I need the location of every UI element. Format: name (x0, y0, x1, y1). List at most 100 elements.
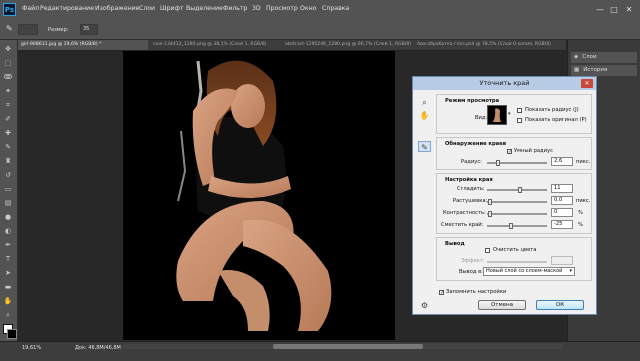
zoom-icon[interactable]: ⌕ (418, 97, 431, 108)
history-panel-tab[interactable]: ▦ История (571, 65, 637, 76)
remember-settings-checkbox[interactable]: ✓ (439, 290, 444, 296)
hand-tool-icon[interactable]: ✋ (3, 296, 13, 306)
lasso-tool-icon[interactable]: ↂ (3, 72, 13, 82)
scrollbar-thumb[interactable] (273, 344, 423, 349)
menu-layers[interactable]: Слои (139, 5, 155, 12)
chevron-down-icon: ▾ (569, 268, 572, 274)
document-tabs: girl-908611.jpg @ 19,6% (RGB/8) * cool-1… (18, 40, 566, 51)
photo-woman-seated (176, 60, 332, 331)
maximize-button[interactable]: □ (608, 4, 620, 15)
menu-image[interactable]: Изображение (95, 5, 140, 12)
tab-girl-jpg[interactable]: girl-908611.jpg @ 19,6% (RGB/8) * (18, 40, 148, 50)
menu-file[interactable]: Файл (22, 5, 39, 12)
show-radius-label: Показать радиус (J) (525, 107, 579, 113)
view-dropdown-arrow-icon[interactable]: ▾ (508, 111, 511, 117)
blur-tool-icon[interactable]: ● (3, 212, 13, 222)
adjust-edge-group: Настройка края Сгладить: 11 Растушевка: … (436, 173, 592, 234)
menu-bar: Ps Файл Редактирование Изображение Слои … (0, 0, 640, 21)
feather-slider[interactable] (487, 199, 547, 205)
brush-tool-icon[interactable]: ✎ (3, 142, 13, 152)
layers-icon: ◈ (574, 54, 579, 60)
menu-help[interactable]: Справка (322, 5, 349, 12)
amount-slider (487, 261, 547, 263)
hand-icon[interactable]: ✋ (418, 110, 431, 121)
contrast-label: Контрастность: (443, 210, 486, 216)
menu-filter[interactable]: Фильтр (223, 5, 247, 12)
smooth-slider[interactable] (487, 187, 547, 193)
show-original-checkbox[interactable] (517, 118, 522, 123)
output-title: Вывод (445, 241, 465, 247)
refine-edge-dialog: Уточнить край ✕ ⌕ ✋ ✎ ⚙ Режим просмотра … (412, 76, 597, 315)
gradient-tool-icon[interactable]: ▤ (3, 198, 13, 208)
quick-select-tool-icon[interactable]: ✦ (3, 86, 13, 96)
amount-label: Эффект: (461, 258, 485, 264)
healing-tool-icon[interactable]: ✚ (3, 128, 13, 138)
pen-tool-icon[interactable]: ✒ (3, 240, 13, 250)
radius-label: Радиус: (461, 159, 482, 165)
tab-ava-psd[interactable]: Ава-обработка глаз.psd @ 78,5% (Слой 0 к… (414, 40, 564, 50)
background-color-swatch[interactable] (7, 329, 17, 339)
path-select-tool-icon[interactable]: ➤ (3, 268, 13, 278)
eyedropper-tool-icon[interactable]: ✐ (3, 114, 13, 124)
refine-radius-brush-icon[interactable]: ✎ (418, 141, 431, 152)
menu-3d[interactable]: 3D (252, 5, 261, 12)
output-group: Вывод Очистить цвета Эффект: Вывод в: Но… (436, 237, 592, 281)
feather-input[interactable]: 0,0 (551, 196, 573, 205)
size-input[interactable]: 35 (80, 24, 98, 35)
menu-edit[interactable]: Редактирование (40, 5, 94, 12)
smooth-slider-thumb[interactable] (517, 187, 522, 193)
ok-button[interactable]: ОК (536, 300, 584, 310)
radius-input[interactable]: 2,6 (551, 157, 573, 166)
marquee-tool-icon[interactable]: ⬚ (3, 58, 13, 68)
decontaminate-checkbox[interactable] (485, 248, 490, 253)
zoom-tool-icon[interactable]: ⌕ (3, 310, 13, 320)
shift-edge-label: Сместить край: (441, 222, 484, 228)
smooth-label: Сгладить: (457, 186, 485, 192)
shift-edge-slider[interactable] (487, 223, 547, 229)
output-to-select[interactable]: Новый слой со слоем-маской ▾ (483, 267, 575, 276)
amount-input (551, 256, 573, 265)
rectangle-tool-icon[interactable]: ▬ (3, 282, 13, 292)
menu-type[interactable]: Шрифт (160, 5, 183, 12)
brush-tool-icon[interactable]: ✎ (6, 24, 13, 33)
show-radius-checkbox[interactable] (517, 108, 522, 113)
layers-panel-tab[interactable]: ◈ Слои (571, 52, 637, 63)
feather-slider-thumb[interactable] (488, 199, 492, 205)
radius-slider-thumb[interactable] (495, 160, 500, 166)
dodge-tool-icon[interactable]: ◐ (3, 226, 13, 236)
tab-cool-png[interactable]: cool-134412_1280.png @ 38,1% (Слой 1, RG… (150, 40, 280, 50)
move-tool-icon[interactable]: ✥ (3, 44, 13, 54)
minimize-button[interactable]: — (594, 4, 606, 15)
menu-select[interactable]: Выделение (186, 5, 223, 12)
horizontal-scrollbar[interactable] (123, 344, 563, 349)
shift-edge-slider-thumb[interactable] (508, 223, 513, 229)
shift-edge-input[interactable]: -25 (551, 220, 573, 229)
tab-abstract-png[interactable]: abstract-1295246_1280.png @ 66,7% (Слой … (282, 40, 412, 50)
cancel-button[interactable]: Отмена (478, 300, 526, 310)
document-image[interactable] (123, 51, 395, 340)
contrast-input[interactable]: 0 (551, 208, 573, 217)
crop-tool-icon[interactable]: ⌗ (3, 100, 13, 110)
eraser-tool-icon[interactable]: ▭ (3, 184, 13, 194)
options-bar: ✎ Размер: 35 (0, 20, 640, 40)
dialog-tools: ⌕ ✋ ✎ ⚙ (416, 93, 434, 310)
clone-stamp-tool-icon[interactable]: ♜ (3, 156, 13, 166)
brush-mode-toggle[interactable] (18, 24, 38, 35)
radius-slider[interactable] (487, 160, 547, 166)
contrast-slider-thumb[interactable] (488, 211, 492, 217)
feather-label: Растушевка: (453, 198, 488, 204)
smart-radius-checkbox[interactable]: ✓ (507, 149, 512, 155)
settings-gear-icon[interactable]: ⚙ (418, 300, 431, 311)
dialog-close-button[interactable]: ✕ (581, 79, 593, 88)
dialog-title: Уточнить край (413, 77, 596, 90)
type-tool-icon[interactable]: T (3, 254, 13, 264)
zoom-level[interactable]: 19,61% (22, 345, 41, 351)
view-mode-thumbnail[interactable] (487, 105, 507, 125)
smooth-input[interactable]: 11 (551, 184, 573, 193)
contrast-slider[interactable] (487, 211, 547, 217)
adjust-edge-title: Настройка края (445, 177, 493, 183)
history-brush-tool-icon[interactable]: ↺ (3, 170, 13, 180)
menu-window[interactable]: Окно (300, 5, 316, 12)
menu-view[interactable]: Просмотр (266, 5, 298, 12)
close-window-button[interactable]: ✕ (623, 4, 635, 15)
